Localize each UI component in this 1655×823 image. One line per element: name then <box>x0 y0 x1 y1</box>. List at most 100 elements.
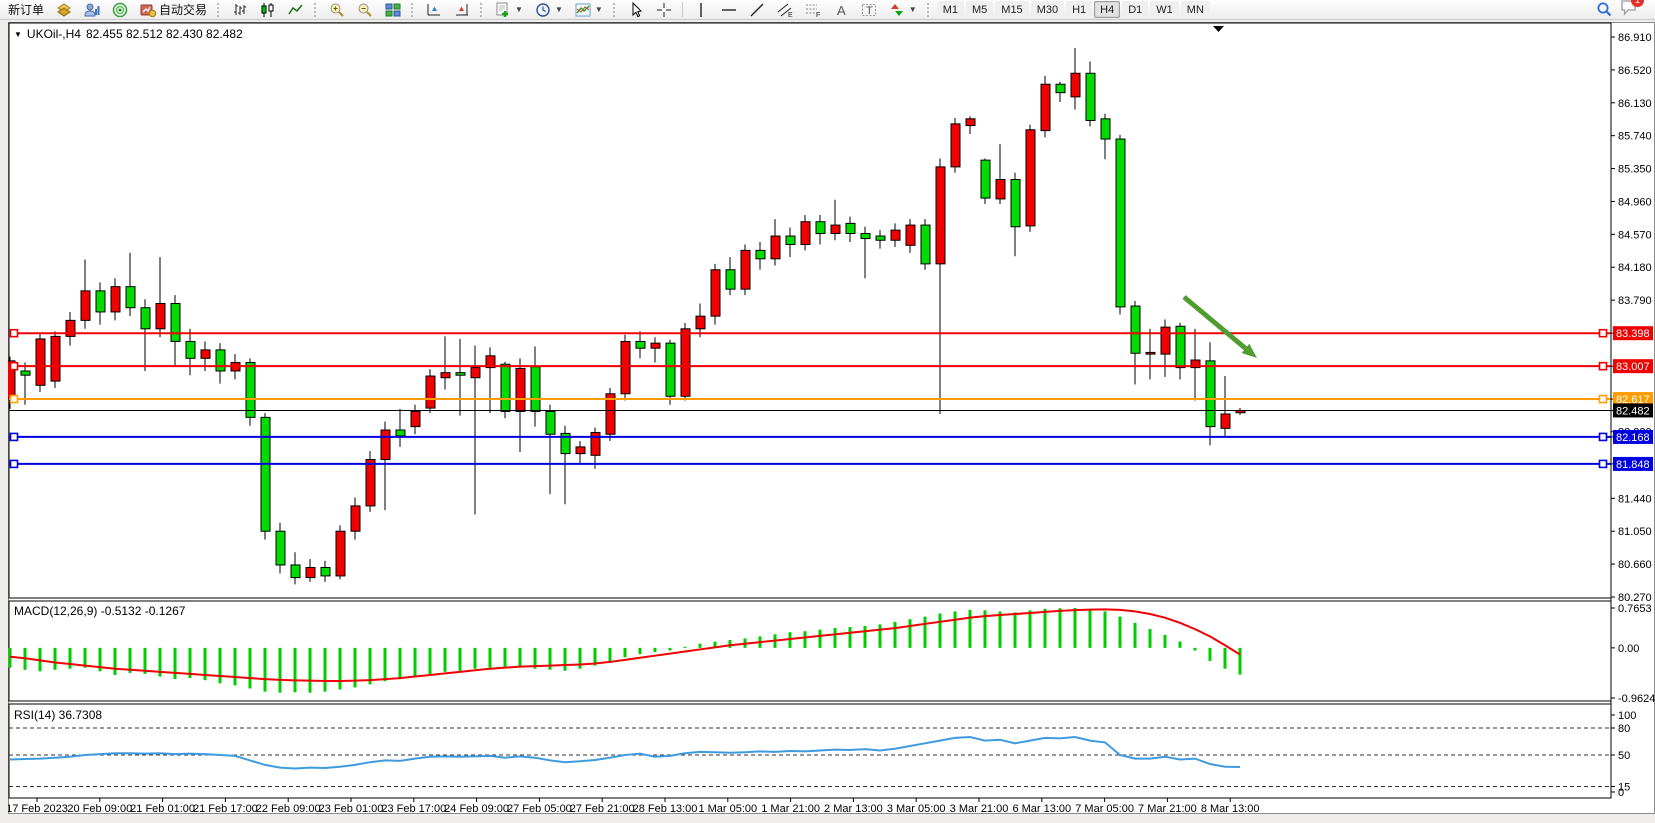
new-chart-icon <box>495 2 511 18</box>
text-label-icon: T <box>861 2 877 18</box>
tab-timeframe-m1[interactable]: M1 <box>937 1 964 18</box>
toolbar-grip <box>314 3 319 17</box>
svg-text:0.00: 0.00 <box>1618 643 1639 655</box>
svg-text:2 Mar 13:00: 2 Mar 13:00 <box>824 803 883 815</box>
svg-text:86.910: 86.910 <box>1618 32 1652 44</box>
svg-text:23 Feb 01:00: 23 Feb 01:00 <box>319 803 384 815</box>
tile-windows-icon <box>385 2 401 18</box>
toolbar-grip <box>613 3 618 17</box>
cursor-tool-button[interactable] <box>623 1 649 19</box>
new-order-label: 新订单 <box>8 1 44 18</box>
svg-text:24 Feb 09:00: 24 Feb 09:00 <box>444 803 509 815</box>
chevron-down-icon: ▼ <box>515 5 523 14</box>
new-order-button[interactable]: 新订单 <box>3 1 49 19</box>
svg-text:6 Mar 13:00: 6 Mar 13:00 <box>1012 803 1071 815</box>
svg-text:F: F <box>816 12 820 18</box>
svg-text:81.050: 81.050 <box>1618 526 1652 538</box>
channel-icon: E <box>777 2 793 18</box>
svg-text:81.848: 81.848 <box>1616 459 1650 471</box>
tab-timeframe-h4[interactable]: H4 <box>1094 1 1120 18</box>
signal-button[interactable] <box>107 1 133 19</box>
toolbar-grip <box>480 3 485 17</box>
search-icon <box>1596 1 1613 18</box>
chart-forward-button[interactable] <box>421 1 447 19</box>
svg-text:81.440: 81.440 <box>1618 493 1652 505</box>
svg-text:84.570: 84.570 <box>1618 229 1652 241</box>
tile-windows-button[interactable] <box>380 1 406 19</box>
svg-text:82.482: 82.482 <box>1616 405 1650 417</box>
horizontal-line-tool-button[interactable] <box>716 1 742 19</box>
svg-text:80.660: 80.660 <box>1618 559 1652 571</box>
arrows-icon <box>889 2 905 18</box>
line-chart-icon <box>288 2 304 18</box>
svg-text:85.350: 85.350 <box>1618 164 1652 176</box>
svg-text:23 Feb 17:00: 23 Feb 17:00 <box>381 803 446 815</box>
svg-text:0.7653: 0.7653 <box>1618 603 1652 615</box>
search-button[interactable] <box>1591 1 1618 19</box>
text-tool-button[interactable]: A <box>828 1 854 19</box>
gold-layers-icon <box>56 2 72 18</box>
chart-shift-button[interactable] <box>449 1 475 19</box>
svg-text:7 Mar 05:00: 7 Mar 05:00 <box>1075 803 1134 815</box>
svg-text:27 Feb 21:00: 27 Feb 21:00 <box>570 803 635 815</box>
svg-text:3 Mar 05:00: 3 Mar 05:00 <box>887 803 946 815</box>
svg-text:84.180: 84.180 <box>1618 262 1652 274</box>
bar-chart-button[interactable] <box>227 1 253 19</box>
svg-text:83.007: 83.007 <box>1616 361 1650 373</box>
chart-forward-icon <box>426 2 442 18</box>
svg-text:17 Feb 2023: 17 Feb 2023 <box>8 803 68 815</box>
period-button[interactable]: ▼ <box>530 1 568 19</box>
zoom-in-button[interactable] <box>324 1 350 19</box>
layers-button[interactable] <box>51 1 77 19</box>
line-chart-button[interactable] <box>283 1 309 19</box>
auto-trading-icon <box>140 2 156 18</box>
main-toolbar: 新订单 自动交易 <box>0 0 1655 20</box>
svg-text:82.168: 82.168 <box>1616 432 1650 444</box>
notifications-button[interactable]: 1 <box>1620 0 1638 21</box>
vertical-line-icon <box>693 2 709 18</box>
tab-timeframe-m30[interactable]: M30 <box>1031 1 1064 18</box>
indicators-button[interactable]: ▼ <box>570 1 608 19</box>
chevron-down-icon: ▼ <box>595 5 603 14</box>
svg-text:1 Mar 05:00: 1 Mar 05:00 <box>698 803 757 815</box>
tab-timeframe-m5[interactable]: M5 <box>966 1 993 18</box>
svg-text:83.790: 83.790 <box>1618 295 1652 307</box>
rsi-indicator-label: RSI(14) 36.7308 <box>14 708 102 722</box>
tab-timeframe-mn[interactable]: MN <box>1181 1 1210 18</box>
notification-count-badge: 1 <box>1631 0 1644 7</box>
ohlc-values: 82.455 82.512 82.430 82.482 <box>86 27 243 41</box>
cursor-icon <box>628 2 644 18</box>
svg-text:86.520: 86.520 <box>1618 65 1652 77</box>
vertical-line-tool-button[interactable] <box>688 1 714 19</box>
tab-timeframe-w1[interactable]: W1 <box>1150 1 1179 18</box>
toolbar-grip <box>411 3 416 17</box>
fibonacci-icon: F <box>805 2 821 18</box>
crosshair-tool-button[interactable] <box>651 1 677 19</box>
zoom-out-button[interactable] <box>352 1 378 19</box>
new-chart-button[interactable]: ▼ <box>490 1 528 19</box>
svg-text:1 Mar 21:00: 1 Mar 21:00 <box>761 803 820 815</box>
svg-text:7 Mar 21:00: 7 Mar 21:00 <box>1138 803 1197 815</box>
equidistant-channel-tool-button[interactable]: E <box>772 1 798 19</box>
symbol-dropdown-icon[interactable]: ▼ <box>14 30 22 39</box>
trendline-tool-button[interactable] <box>744 1 770 19</box>
svg-text:21 Feb 17:00: 21 Feb 17:00 <box>193 803 258 815</box>
chart-shift-icon <box>454 2 470 18</box>
fibonacci-tool-button[interactable]: F <box>800 1 826 19</box>
broadcast-icon <box>112 2 128 18</box>
candlestick-chart-button[interactable] <box>255 1 281 19</box>
trading-terminal: 新订单 自动交易 <box>0 0 1655 823</box>
text-label-tool-button[interactable]: T <box>856 1 882 19</box>
tab-timeframe-h1[interactable]: H1 <box>1066 1 1092 18</box>
chart-canvas[interactable]: 86.91086.52086.13085.74085.35084.96084.5… <box>8 22 1655 816</box>
chart-title[interactable]: ▼ UKOil-,H4 82.455 82.512 82.430 82.482 <box>14 27 243 41</box>
svg-text:50: 50 <box>1618 750 1630 762</box>
auto-trading-button[interactable]: 自动交易 <box>135 1 212 19</box>
svg-text:T: T <box>866 5 873 17</box>
arrows-tool-button[interactable]: ▼ <box>884 1 922 19</box>
profile-button[interactable] <box>79 1 105 19</box>
symbol-label: UKOil-,H4 <box>27 27 81 41</box>
clock-icon <box>535 2 551 18</box>
tab-timeframe-m15[interactable]: M15 <box>995 1 1028 18</box>
tab-timeframe-d1[interactable]: D1 <box>1122 1 1148 18</box>
